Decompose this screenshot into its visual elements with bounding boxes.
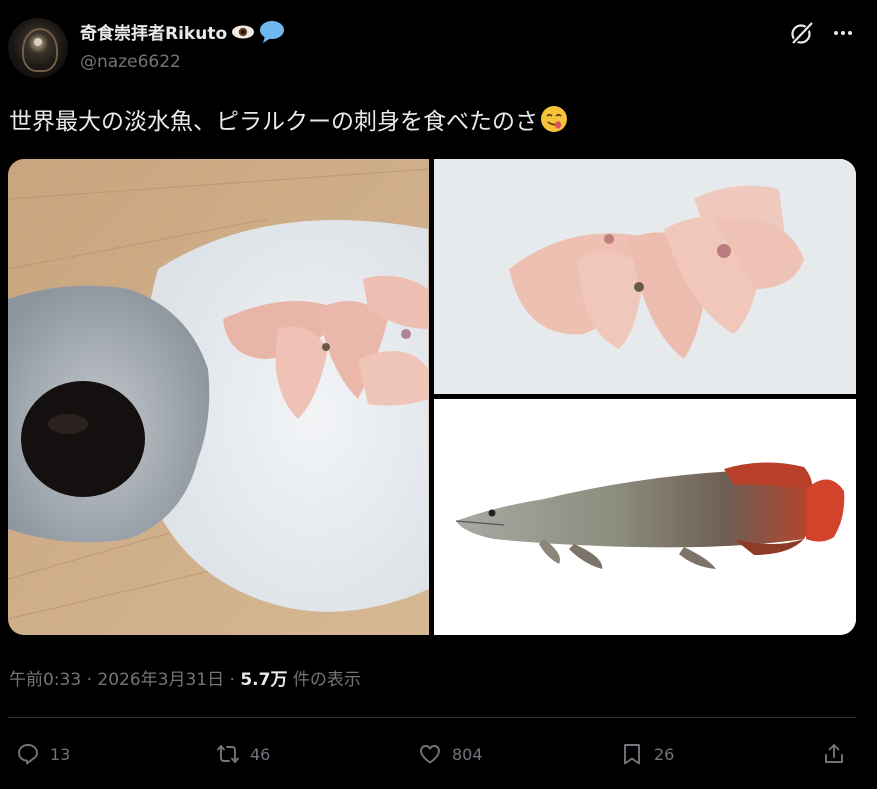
photo-arapaima-fish[interactable]	[434, 399, 856, 635]
tweet-text: 世界最大の淡水魚、ピラルクーの刺身を食べたのさ	[9, 109, 538, 135]
bookmark-count: 26	[654, 744, 675, 764]
bookmark-icon	[624, 744, 640, 765]
share-icon	[825, 744, 843, 763]
reply-icon	[18, 744, 38, 765]
view-count: 5.7万	[240, 670, 288, 690]
repost-count: 46	[250, 744, 271, 764]
more-icon[interactable]	[832, 22, 854, 44]
heart-icon	[420, 745, 440, 764]
speech-bubble-emoji-icon	[260, 20, 285, 43]
divider	[8, 717, 856, 718]
reply-count: 13	[50, 744, 71, 764]
author-name[interactable]: 奇食崇拝者Rikuto	[80, 19, 227, 44]
avatar[interactable]	[8, 18, 68, 78]
repost-icon	[217, 745, 239, 763]
meta-separator: ·	[224, 670, 241, 690]
view-label: 件の表示	[292, 670, 361, 690]
author-handle[interactable]: @naze6622	[80, 52, 181, 72]
tweet-text-row: 世界最大の淡水魚、ピラルクーの刺身を食べたのさ	[9, 102, 568, 136]
repost-button[interactable]: 46	[216, 738, 270, 770]
reply-button[interactable]: 13	[16, 738, 70, 770]
like-button[interactable]: 804	[418, 738, 483, 770]
post-meta: 午前0:33 · 2026年3月31日 · 5.7万 件の表示	[9, 665, 361, 690]
media-grid[interactable]	[8, 159, 856, 635]
grok-icon[interactable]	[789, 20, 815, 46]
photo-sashimi-closeup[interactable]	[434, 159, 856, 394]
author-name-row[interactable]: 奇食崇拝者Rikuto	[80, 19, 285, 44]
eye-emoji-icon	[232, 25, 255, 38]
like-count: 804	[452, 744, 483, 764]
photo-sashimi-with-soy-sauce[interactable]	[8, 159, 429, 635]
yum-face-emoji-icon	[541, 106, 567, 132]
timestamp[interactable]: 午前0:33 · 2026年3月31日	[9, 670, 224, 690]
share-button[interactable]	[822, 738, 846, 770]
bookmark-button[interactable]: 26	[620, 738, 674, 770]
